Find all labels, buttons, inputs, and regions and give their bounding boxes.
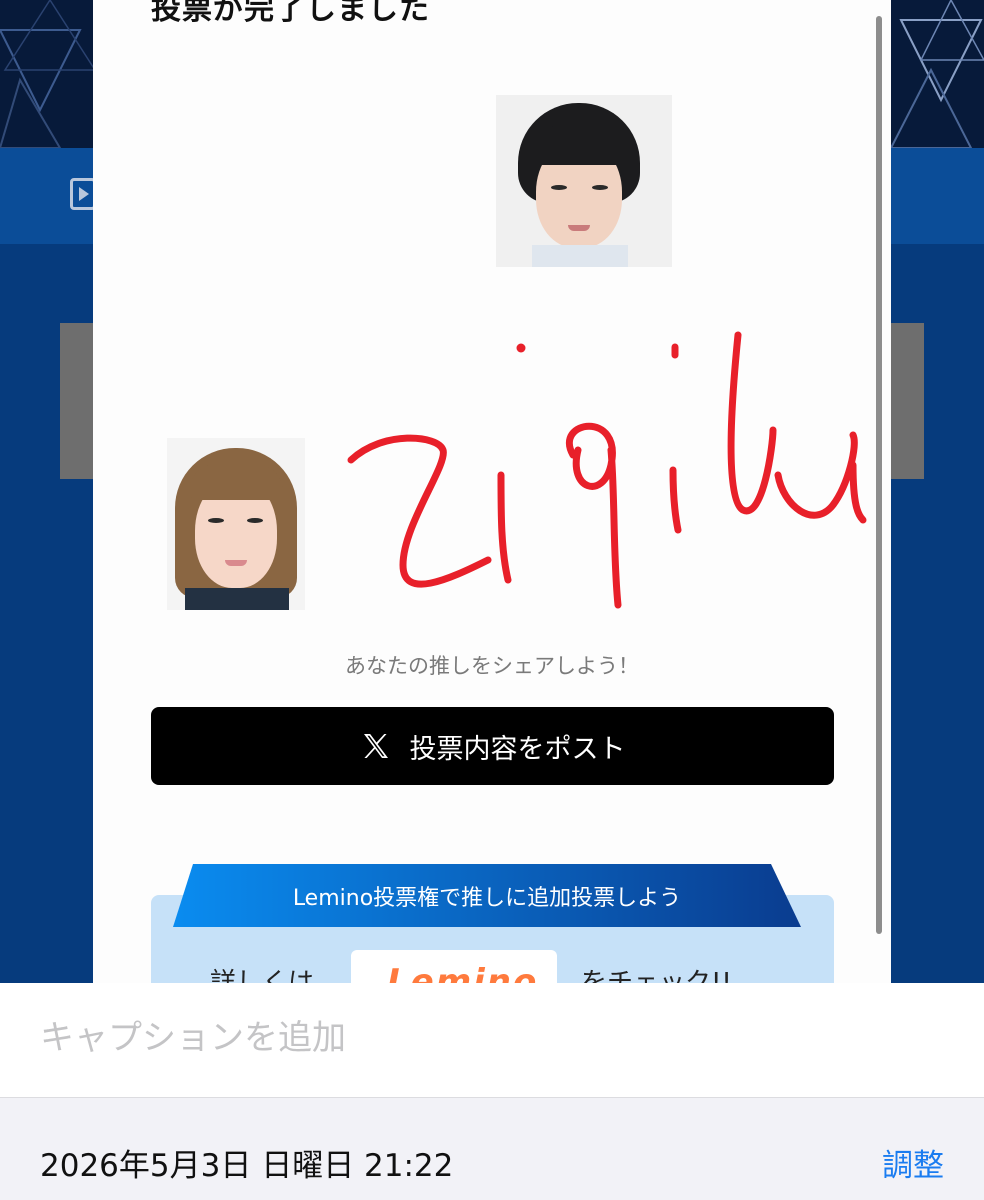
scrollbar[interactable] [876,16,882,934]
adjust-datetime-button[interactable]: 調整 [882,1140,944,1185]
handwritten-scribble [347,331,867,609]
modal-title: 投票が完了しました [151,0,430,27]
lemino-detail-suffix: をチェック!! [581,968,732,983]
eye [592,185,608,190]
jacket [185,588,289,610]
post-vote-button[interactable]: 投票内容をポスト [151,707,834,785]
x-logo-icon [363,734,388,758]
lemino-logo: Lemino [387,962,539,983]
vote-complete-modal: 投票が完了しました あなたの推しをシェアしよう！ 投票内容をポスト Lemino… [93,0,891,983]
bangs [530,125,628,165]
triangle-pattern-right [891,0,984,148]
member-photo-1 [496,95,672,267]
lemino-logo-button[interactable]: Lemino [351,950,557,983]
lemino-detail-prefix: 詳しくは [210,968,315,983]
share-hint-text: あなたの推しをシェアしよう！ [345,654,639,678]
post-button-label: 投票内容をポスト [409,733,626,765]
member-photo-2 [167,438,305,610]
lemino-banner-text: Lemino投票権で推しに追加投票しよう [292,885,682,911]
triangle-pattern-left [0,0,95,148]
lemino-banner: Lemino投票権で推しに追加投票しよう [173,864,801,927]
bangs [189,464,283,500]
caption-input[interactable] [40,1018,940,1058]
eye [208,518,224,523]
screenshot-image: 投票が完了しました あなたの推しをシェアしよう！ 投票内容をポスト Lemino… [0,0,984,983]
mouth [568,225,590,231]
eye [247,518,263,523]
photo-datetime: 2026年5月3日 日曜日 21:22 [40,1148,454,1184]
eye [551,185,567,190]
mouth [225,560,247,566]
shirt [532,245,628,267]
scribble-dot [516,343,526,353]
